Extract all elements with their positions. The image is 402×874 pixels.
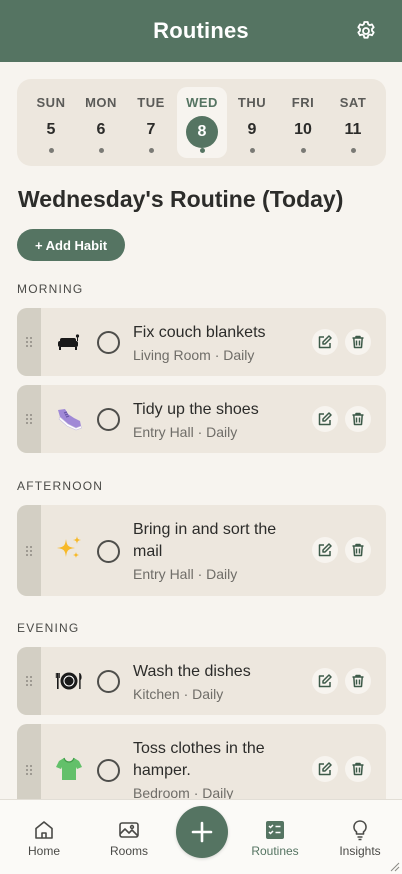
habit-name: Toss clothes in the hamper.	[133, 740, 265, 779]
nav-label: Home	[27, 844, 60, 858]
habit-meta: Entry Hall · Daily	[133, 566, 238, 582]
habit-card[interactable]: Fix couch blankets Living Room · Daily	[17, 308, 386, 376]
habit-card[interactable]: Tidy up the shoes Entry Hall · Daily	[17, 385, 386, 453]
day-thu[interactable]: THU 9	[227, 79, 277, 166]
habit-name: Fix couch blankets	[133, 324, 266, 341]
grip-dots-icon	[26, 764, 32, 775]
day-number: 9	[247, 121, 257, 138]
edit-icon[interactable]	[312, 668, 338, 694]
tshirt-icon	[53, 753, 85, 785]
nav-home[interactable]: Home	[4, 800, 84, 874]
drag-handle[interactable]	[17, 647, 41, 715]
day-indicator-dot	[351, 148, 356, 153]
week-selector: SUN 5 MON 6 TUE 7 WED 8 THU 9 FRI 10 SAT…	[17, 79, 386, 166]
day-fri[interactable]: FRI 10	[278, 79, 328, 166]
sparkles-icon	[53, 532, 85, 564]
nav-rooms[interactable]: Rooms	[89, 800, 169, 874]
sneaker-icon	[53, 403, 85, 435]
picture-frame-icon	[117, 818, 141, 842]
habit-name: Tidy up the shoes	[133, 401, 259, 418]
plate-cutlery-icon	[53, 665, 85, 697]
day-indicator-dot	[250, 148, 255, 153]
trash-icon[interactable]	[345, 406, 371, 432]
grip-dots-icon	[26, 545, 32, 556]
day-mon[interactable]: MON 6	[76, 79, 126, 166]
day-name: FRI	[291, 95, 315, 110]
lightbulb-icon	[348, 818, 372, 842]
day-number: 6	[96, 121, 106, 138]
day-tue[interactable]: TUE 7	[126, 79, 176, 166]
edit-icon[interactable]	[312, 329, 338, 355]
section-label-afternoon: AFTERNOON	[17, 479, 104, 493]
app-header: Routines	[0, 0, 402, 62]
edit-icon[interactable]	[312, 406, 338, 432]
habit-name: Wash the dishes	[133, 663, 251, 680]
edit-icon[interactable]	[312, 756, 338, 782]
home-icon	[32, 818, 56, 842]
day-indicator-dot	[99, 148, 104, 153]
day-number: 10	[294, 121, 312, 138]
day-sat[interactable]: SAT 11	[328, 79, 378, 166]
edit-icon[interactable]	[312, 537, 338, 563]
drag-handle[interactable]	[17, 308, 41, 376]
plus-icon	[191, 821, 213, 843]
day-name: WED	[186, 95, 218, 110]
day-name: MON	[85, 95, 117, 110]
day-name: THU	[237, 95, 267, 110]
trash-icon[interactable]	[345, 329, 371, 355]
nav-label: Rooms	[109, 844, 148, 858]
habit-checkbox[interactable]	[97, 540, 120, 563]
grip-dots-icon	[26, 337, 32, 347]
habit-card[interactable]: Wash the dishes Kitchen · Daily	[17, 647, 386, 715]
habit-meta: Kitchen · Daily	[133, 686, 224, 702]
gear-icon[interactable]	[354, 19, 378, 43]
day-indicator-dot	[301, 148, 306, 153]
day-indicator-dot	[149, 148, 154, 153]
day-indicator-dot	[200, 148, 205, 153]
routine-heading: Wednesday's Routine (Today)	[18, 186, 344, 212]
section-label-evening: EVENING	[17, 621, 80, 635]
trash-icon[interactable]	[345, 537, 371, 563]
day-number: 5	[46, 121, 56, 138]
checklist-icon	[263, 818, 287, 842]
drag-handle[interactable]	[17, 385, 41, 453]
habit-checkbox[interactable]	[97, 759, 120, 782]
grip-dots-icon	[26, 676, 32, 686]
trash-icon[interactable]	[345, 668, 371, 694]
habit-checkbox[interactable]	[97, 670, 120, 693]
resize-grip-icon[interactable]	[388, 860, 400, 872]
day-number: 7	[146, 121, 156, 138]
day-number: 8	[186, 116, 218, 148]
habit-checkbox[interactable]	[97, 331, 120, 354]
day-number: 11	[344, 121, 362, 138]
habit-card[interactable]: Bring in and sort the mail Entry Hall · …	[17, 505, 386, 596]
grip-dots-icon	[26, 414, 32, 424]
nav-label: Insights	[339, 844, 381, 858]
add-habit-button[interactable]: + Add Habit	[17, 229, 125, 261]
day-name: SUN	[36, 95, 66, 110]
routine-scroll-area[interactable]: SUN 5 MON 6 TUE 7 WED 8 THU 9 FRI 10 SAT…	[0, 62, 402, 799]
habit-meta: Bedroom · Daily	[133, 785, 234, 799]
habit-checkbox[interactable]	[97, 408, 120, 431]
drag-handle[interactable]	[17, 505, 41, 596]
page-title: Routines	[153, 18, 249, 43]
habit-card[interactable]: Toss clothes in the hamper. Bedroom · Da…	[17, 724, 386, 799]
habit-name: Bring in and sort the mail	[133, 521, 277, 560]
day-name: TUE	[137, 95, 165, 110]
day-indicator-dot	[49, 148, 54, 153]
trash-icon[interactable]	[345, 756, 371, 782]
day-name: SAT	[339, 95, 367, 110]
day-wed-selected[interactable]: WED 8	[177, 87, 227, 158]
couch-icon	[53, 326, 85, 358]
add-fab-button[interactable]	[176, 806, 228, 858]
habit-meta: Living Room · Daily	[133, 347, 255, 363]
drag-handle[interactable]	[17, 724, 41, 799]
nav-label: Routines	[251, 844, 299, 858]
section-label-morning: MORNING	[17, 282, 84, 296]
day-sun[interactable]: SUN 5	[26, 79, 76, 166]
habit-meta: Entry Hall · Daily	[133, 424, 238, 440]
nav-routines[interactable]: Routines	[235, 800, 315, 874]
